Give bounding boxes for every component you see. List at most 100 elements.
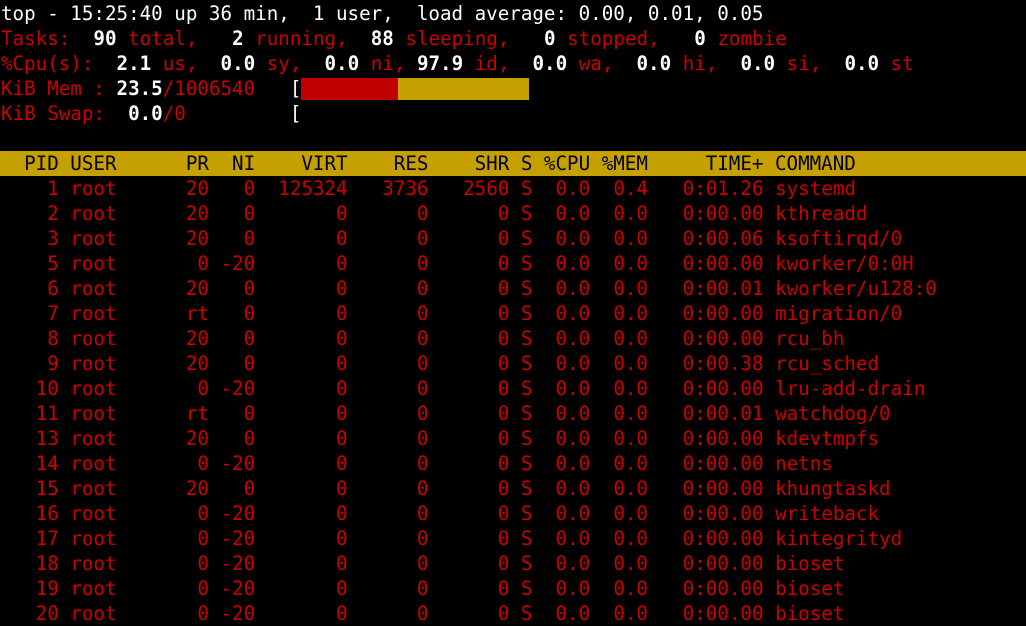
process-row[interactable]: 17 root 0 -20 0 0 0 S 0.0 0.0 0:00.00 ki… [1,526,1026,551]
cpu-us-label: us, [162,52,198,75]
swap-total: /0 [162,102,186,125]
process-pid: 16 [1,502,59,525]
process-row[interactable]: 3 root 20 0 0 0 0 S 0.0 0.0 0:00.06 ksof… [1,226,1026,251]
process-ni: 0 [208,202,256,225]
cpu-st-label: st [890,52,914,75]
process-command: kthreadd [763,202,868,225]
process-virt: 0 [255,452,348,475]
process-time: 0:00.01 [647,402,764,425]
uptime-line: top - 15:25:40 up 36 min, 1 user, load a… [1,2,764,25]
process-mem: 0.0 [590,577,648,600]
cpu-wa-label: wa, [578,52,614,75]
process-row[interactable]: 2 root 20 0 0 0 0 S 0.0 0.0 0:00.00 kthr… [1,201,1026,226]
process-ni: -20 [208,377,256,400]
process-pid: 3 [1,227,59,250]
process-virt: 0 [255,252,348,275]
process-shr: 0 [428,227,510,250]
process-row[interactable]: 16 root 0 -20 0 0 0 S 0.0 0.0 0:00.00 wr… [1,501,1026,526]
process-shr: 0 [428,502,510,525]
process-time: 0:00.00 [647,302,764,325]
process-row[interactable]: 20 root 0 -20 0 0 0 S 0.0 0.0 0:00.00 bi… [1,601,1026,626]
process-res: 0 [347,402,429,425]
mem-used-pct: 23.5 [116,77,163,100]
process-shr: 0 [428,352,510,375]
process-res: 0 [347,452,429,475]
process-user: root [58,602,175,625]
cpu-si-label: si, [786,52,822,75]
process-virt: 0 [255,602,348,625]
process-row[interactable]: 7 root rt 0 0 0 0 S 0.0 0.0 0:00.00 migr… [1,301,1026,326]
process-shr: 0 [428,577,510,600]
process-user: root [58,427,175,450]
process-user: root [58,227,175,250]
process-s: S [509,277,533,300]
process-row[interactable]: 8 root 20 0 0 0 0 S 0.0 0.0 0:00.00 rcu_… [1,326,1026,351]
swap-bracket: [ [289,102,302,125]
process-command: rcu_bh [763,327,845,350]
process-pr: 0 [174,602,209,625]
cpu-wa: 0.0 [532,52,568,75]
process-table: 1 root 20 0 125324 3736 2560 S 0.0 0.4 0… [1,176,1026,626]
process-ni: 0 [208,277,256,300]
cpu-ni: 0.0 [324,52,360,75]
process-row[interactable]: 5 root 0 -20 0 0 0 S 0.0 0.0 0:00.00 kwo… [1,251,1026,276]
process-shr: 0 [428,252,510,275]
tasks-zombie-label: zombie [717,27,787,50]
process-user: root [58,452,175,475]
process-ni: -20 [208,252,256,275]
process-row[interactable]: 18 root 0 -20 0 0 0 S 0.0 0.0 0:00.00 bi… [1,551,1026,576]
process-ni: 0 [208,177,256,200]
process-command: writeback [763,502,880,525]
process-mem: 0.0 [590,552,648,575]
process-s: S [509,477,533,500]
process-command: khungtaskd [763,477,891,500]
cpu-hi: 0.0 [636,52,672,75]
process-user: root [58,327,175,350]
process-row[interactable]: 14 root 0 -20 0 0 0 S 0.0 0.0 0:00.00 ne… [1,451,1026,476]
process-cpu: 0.0 [532,252,591,275]
process-command: bioset [763,577,845,600]
process-cpu: 0.0 [532,527,591,550]
process-row[interactable]: 1 root 20 0 125324 3736 2560 S 0.0 0.4 0… [1,176,1026,201]
process-row[interactable]: 10 root 0 -20 0 0 0 S 0.0 0.0 0:00.00 lr… [1,376,1026,401]
process-shr: 0 [428,202,510,225]
process-res: 0 [347,302,429,325]
tasks-zombie: 0 [694,27,706,50]
tasks-line: Tasks: 90 total, 2 running, 88 sleeping,… [1,26,1026,51]
process-s: S [509,502,533,525]
process-pr: 0 [174,552,209,575]
process-row[interactable]: 13 root 20 0 0 0 0 S 0.0 0.0 0:00.00 kde… [1,426,1026,451]
mem-bar-used [301,78,398,100]
process-command: lru-add-drain [763,377,926,400]
process-res: 0 [347,427,429,450]
process-time: 0:00.38 [647,352,764,375]
process-cpu: 0.0 [532,452,591,475]
process-row[interactable]: 15 root 20 0 0 0 0 S 0.0 0.0 0:00.00 khu… [1,476,1026,501]
mem-line: KiB Mem : 23.5/1006540 [ [1,76,1026,101]
process-ni: 0 [208,402,256,425]
process-mem: 0.0 [590,202,648,225]
process-mem: 0.0 [590,227,648,250]
process-row[interactable]: 9 root 20 0 0 0 0 S 0.0 0.0 0:00.38 rcu_… [1,351,1026,376]
process-pr: 20 [174,327,209,350]
process-virt: 0 [255,227,348,250]
process-ni: 0 [208,352,256,375]
process-table-header[interactable]: PID USER PR NI VIRT RES SHR S %CPU %MEM … [0,151,1026,176]
terminal-screen[interactable]: top - 15:25:40 up 36 min, 1 user, load a… [0,1,1026,626]
process-mem: 0.0 [590,602,648,625]
swap-used: 0.0 [128,102,163,125]
process-s: S [509,452,533,475]
process-row[interactable]: 6 root 20 0 0 0 0 S 0.0 0.0 0:00.01 kwor… [1,276,1026,301]
process-command: migration/0 [763,302,903,325]
tasks-sleeping: 88 [370,27,394,50]
process-user: root [58,352,175,375]
cpu-sy: 0.0 [220,52,256,75]
process-time: 0:00.00 [647,527,764,550]
process-user: root [58,202,175,225]
cpu-us: 2.1 [116,52,152,75]
process-res: 0 [347,377,429,400]
process-row[interactable]: 11 root rt 0 0 0 0 S 0.0 0.0 0:00.01 wat… [1,401,1026,426]
process-shr: 0 [428,302,510,325]
process-res: 0 [347,477,429,500]
process-row[interactable]: 19 root 0 -20 0 0 0 S 0.0 0.0 0:00.00 bi… [1,576,1026,601]
